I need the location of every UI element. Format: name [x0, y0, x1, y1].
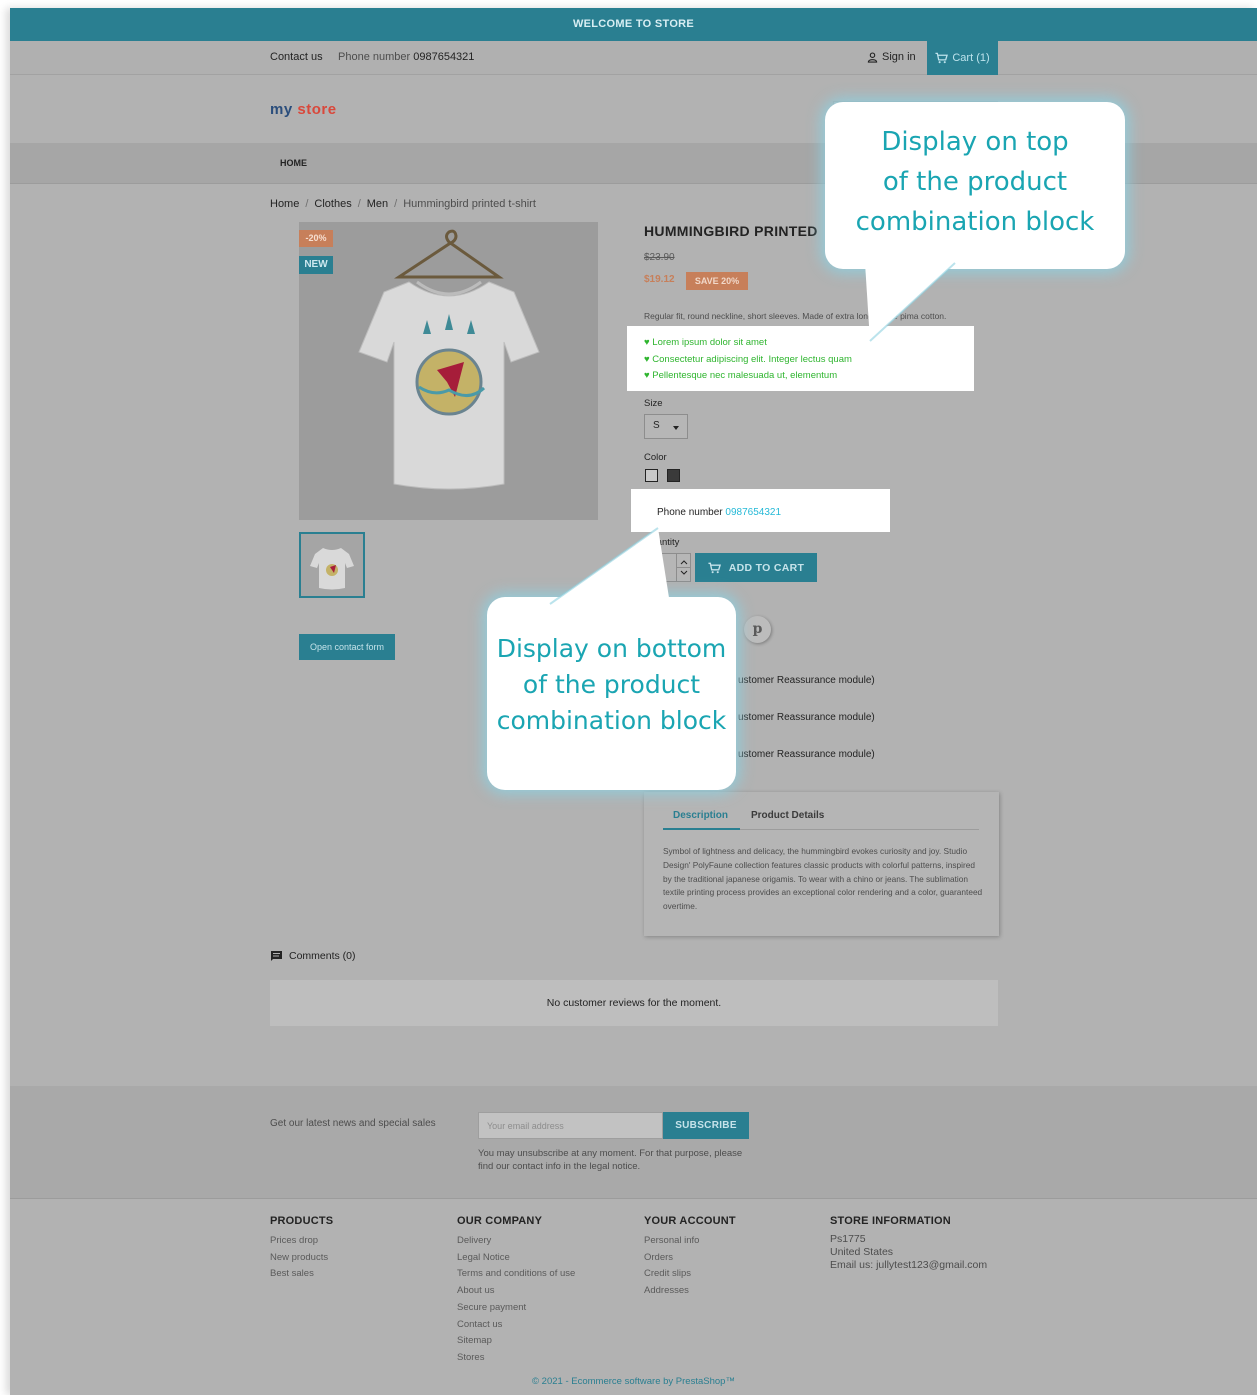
- store-info-line: United States: [830, 1246, 894, 1258]
- footer-link[interactable]: Secure payment: [457, 1300, 575, 1317]
- footer-store-info: STORE INFORMATION Ps1775 United States E…: [830, 1215, 987, 1272]
- reassurance-item: ustomer Reassurance module): [738, 712, 875, 723]
- sign-in-label: Sign in: [882, 51, 916, 63]
- cart-label: Cart (1): [952, 52, 990, 64]
- tshirt-image: [358, 229, 540, 490]
- reassurance-item: ustomer Reassurance module): [738, 675, 875, 686]
- email-field[interactable]: Your email address: [478, 1112, 663, 1139]
- open-contact-form-button[interactable]: Open contact form: [299, 634, 395, 660]
- size-label: Size: [644, 398, 663, 409]
- contact-us-link[interactable]: Contact us: [270, 51, 323, 63]
- callout-bottom-position: Display on bottom of the product combina…: [487, 597, 736, 790]
- size-select[interactable]: S: [644, 414, 688, 439]
- sign-in-link[interactable]: Sign in: [867, 51, 916, 63]
- footer-link[interactable]: Terms and conditions of use: [457, 1266, 575, 1283]
- welcome-banner: WELCOME TO STORE: [10, 8, 1257, 41]
- add-to-cart-label: ADD TO CART: [728, 561, 805, 574]
- footer-heading: YOUR ACCOUNT: [644, 1215, 736, 1227]
- footer-link[interactable]: Addresses: [644, 1283, 736, 1300]
- footer-link[interactable]: Legal Notice: [457, 1250, 575, 1267]
- footer-link[interactable]: Orders: [644, 1250, 736, 1267]
- footer-link[interactable]: Delivery: [457, 1233, 575, 1250]
- product-thumbnail[interactable]: [299, 532, 365, 598]
- pinterest-share-icon[interactable]: p: [744, 616, 771, 643]
- chevron-down-icon: [673, 426, 679, 430]
- save-badge: SAVE 20%: [686, 272, 748, 290]
- product-cover-image[interactable]: [299, 222, 598, 520]
- footer-link[interactable]: Personal info: [644, 1233, 736, 1250]
- breadcrumb-current: Hummingbird printed t-shirt: [403, 198, 536, 210]
- reviews-empty-message: No customer reviews for the moment.: [270, 980, 998, 1026]
- footer-heading: OUR COMPANY: [457, 1215, 543, 1227]
- breadcrumb-clothes[interactable]: Clothes: [314, 198, 351, 210]
- footer-link[interactable]: Stores: [457, 1350, 575, 1367]
- footer-link[interactable]: Credit slips: [644, 1266, 736, 1283]
- feature-item: ♥ Pellentesque nec malesuada ut, element…: [644, 370, 838, 381]
- feature-item: ♥ Consectetur adipiscing elit. Integer l…: [644, 353, 852, 365]
- comments-heading: Comments (0): [270, 950, 356, 962]
- add-to-cart-button[interactable]: ADD TO CART: [695, 553, 817, 582]
- new-badge: NEW: [299, 256, 333, 274]
- tab-product-details[interactable]: Product Details: [751, 810, 824, 821]
- phone-number-block: Phone number 0987654321: [631, 489, 890, 532]
- cart-button[interactable]: Cart (1): [927, 41, 998, 75]
- user-icon: [867, 51, 878, 63]
- callout-bottom-tail: [549, 527, 670, 605]
- breadcrumb-men[interactable]: Men: [367, 198, 388, 210]
- quantity-spinner[interactable]: [676, 554, 691, 581]
- callout-top-tail: [865, 262, 956, 342]
- comments-label: Comments (0): [289, 950, 356, 962]
- footer-account: YOUR ACCOUNT Personal info Orders Credit…: [644, 1215, 736, 1300]
- top-bar: Contact us Phone number 0987654321 Sign …: [10, 41, 1257, 75]
- cart-icon: [935, 52, 949, 64]
- tab-description[interactable]: Description: [673, 810, 728, 821]
- nav-item-home[interactable]: HOME: [280, 158, 307, 168]
- footer-heading: PRODUCTS: [270, 1215, 334, 1227]
- size-value: S: [653, 420, 660, 431]
- product-tabs: Description Product Details Symbol of li…: [644, 792, 999, 936]
- discount-badge: -20%: [299, 230, 333, 247]
- store-logo[interactable]: my store: [270, 101, 337, 118]
- product-title: HUMMINGBIRD PRINTED: [644, 223, 818, 239]
- footer-link[interactable]: About us: [457, 1283, 575, 1300]
- color-swatch-black[interactable]: [667, 469, 680, 482]
- store-info-line: Email us: jullytest123@gmail.com: [830, 1259, 988, 1271]
- callout-top-position: Display on top of the product combinatio…: [825, 102, 1125, 269]
- newsletter-section: [10, 1086, 1257, 1199]
- active-tab-indicator: [663, 828, 740, 830]
- phone-label: Phone number: [657, 507, 723, 518]
- newsletter-text: Get our latest news and special sales: [270, 1118, 436, 1129]
- footer-link[interactable]: Best sales: [270, 1266, 333, 1283]
- store-info-line: Ps1775: [830, 1233, 866, 1245]
- breadcrumb: Home / Clothes / Men / Hummingbird printed t-s…: [270, 198, 536, 210]
- phone-number-link[interactable]: 0987654321: [725, 507, 781, 518]
- footer-link[interactable]: New products: [270, 1250, 333, 1267]
- footer-link[interactable]: Contact us: [457, 1317, 575, 1334]
- browser-page: WELCOME TO STORE Contact us Phone number…: [10, 8, 1257, 1395]
- description-text: Symbol of lightness and delicacy, the hu…: [663, 846, 983, 912]
- footer-link[interactable]: Sitemap: [457, 1333, 575, 1350]
- newsletter-note: You may unsubscribe at any moment. For t…: [478, 1148, 743, 1172]
- header-phone-label: Phone number: [338, 51, 411, 63]
- reassurance-item: ustomer Reassurance module): [738, 749, 875, 760]
- header-phone-value: 0987654321: [413, 51, 475, 63]
- color-label: Color: [644, 452, 667, 463]
- subscribe-button[interactable]: SUBSCRIBE: [663, 1112, 749, 1139]
- site-footer: [10, 1200, 1257, 1395]
- current-price: $19.12: [644, 274, 675, 285]
- color-swatch-white[interactable]: [645, 469, 658, 482]
- regular-price: $23.90: [644, 252, 675, 263]
- footer-heading: STORE INFORMATION: [830, 1215, 951, 1227]
- footer-products: PRODUCTS Prices drop New products Best s…: [270, 1215, 333, 1283]
- footer-company: OUR COMPANY Delivery Legal Notice Terms …: [457, 1215, 575, 1367]
- cart-icon: [708, 562, 721, 573]
- comment-icon: [271, 951, 282, 961]
- footer-link[interactable]: Prices drop: [270, 1233, 333, 1250]
- breadcrumb-home[interactable]: Home: [270, 198, 299, 210]
- copyright[interactable]: © 2021 - Ecommerce software by PrestaSho…: [10, 1376, 1257, 1387]
- header-phone: Phone number 0987654321: [338, 51, 474, 63]
